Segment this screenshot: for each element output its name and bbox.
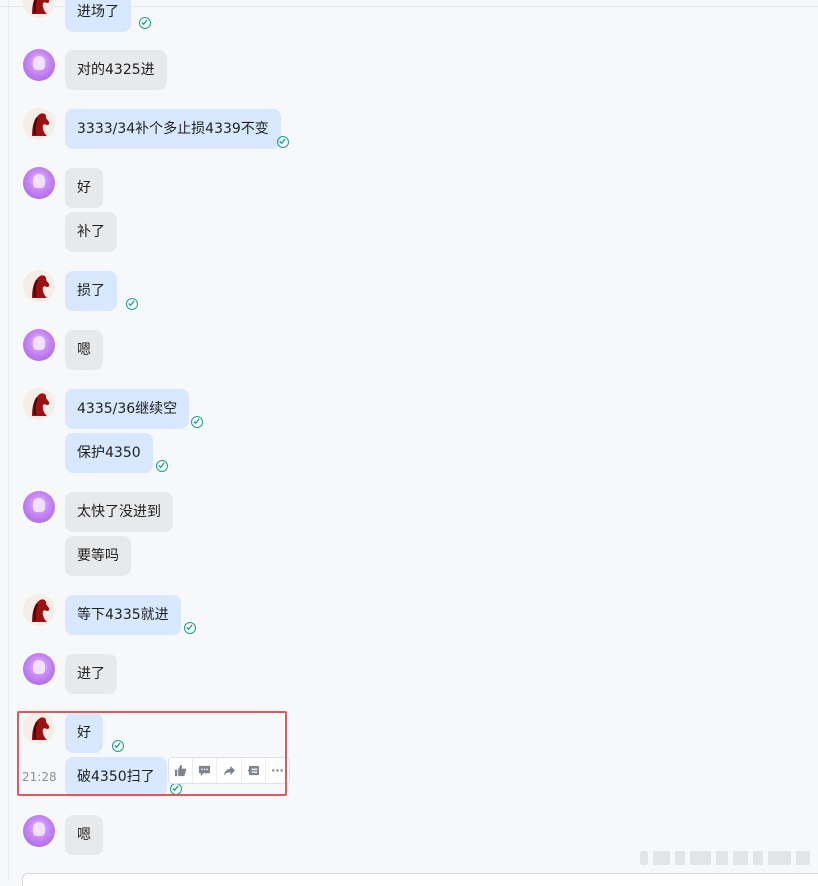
read-check-icon	[156, 460, 168, 472]
message-bubble[interactable]: 保护4350	[65, 433, 153, 473]
horse-icon	[23, 388, 55, 420]
message-bubble[interactable]: 好	[65, 168, 103, 208]
avatar-user[interactable]	[23, 329, 55, 361]
message-bubble[interactable]: 对的4325进	[65, 50, 167, 90]
left-divider	[8, 0, 9, 881]
message-bubble[interactable]: 3333/34补个多止损4339不变	[65, 109, 281, 149]
message-bubble[interactable]: 损了	[65, 271, 117, 311]
read-check-icon	[191, 416, 203, 428]
avatar-user[interactable]	[23, 167, 55, 199]
highlight-box	[17, 711, 287, 796]
read-check-icon	[139, 17, 151, 29]
message-bubble[interactable]: 嗯	[65, 330, 103, 370]
horse-icon	[23, 270, 55, 302]
read-check-icon	[277, 136, 289, 148]
message-bubble[interactable]: 补了	[65, 212, 117, 252]
read-check-icon	[126, 298, 138, 310]
message-input-area[interactable]	[22, 873, 818, 886]
avatar-user[interactable]	[23, 491, 55, 523]
person-icon	[33, 56, 45, 70]
read-check-icon	[184, 622, 196, 634]
person-icon	[33, 336, 45, 350]
horse-icon	[23, 108, 55, 140]
avatar-horse[interactable]	[23, 594, 55, 626]
horse-icon	[23, 0, 55, 18]
avatar-user[interactable]	[23, 49, 55, 81]
message-bubble[interactable]: 4335/36继续空	[65, 389, 190, 429]
message-bubble[interactable]: 等下4335就进	[65, 595, 181, 635]
avatar-horse[interactable]	[23, 108, 55, 140]
message-bubble[interactable]: 太快了没进到	[65, 492, 173, 532]
message-bubble[interactable]: 嗯	[65, 815, 103, 855]
avatar-user[interactable]	[23, 815, 55, 847]
message-bubble[interactable]: 要等吗	[65, 536, 131, 576]
person-icon	[33, 822, 45, 836]
avatar-horse[interactable]	[23, 388, 55, 420]
message-bubble[interactable]: 进场了	[65, 0, 131, 32]
avatar-horse[interactable]	[23, 270, 55, 302]
watermark	[640, 848, 810, 868]
person-icon	[33, 174, 45, 188]
message-bubble[interactable]: 进了	[65, 654, 117, 694]
horse-icon	[23, 594, 55, 626]
person-icon	[33, 660, 45, 674]
person-icon	[33, 498, 45, 512]
avatar-user[interactable]	[23, 653, 55, 685]
avatar-horse[interactable]	[23, 0, 55, 18]
